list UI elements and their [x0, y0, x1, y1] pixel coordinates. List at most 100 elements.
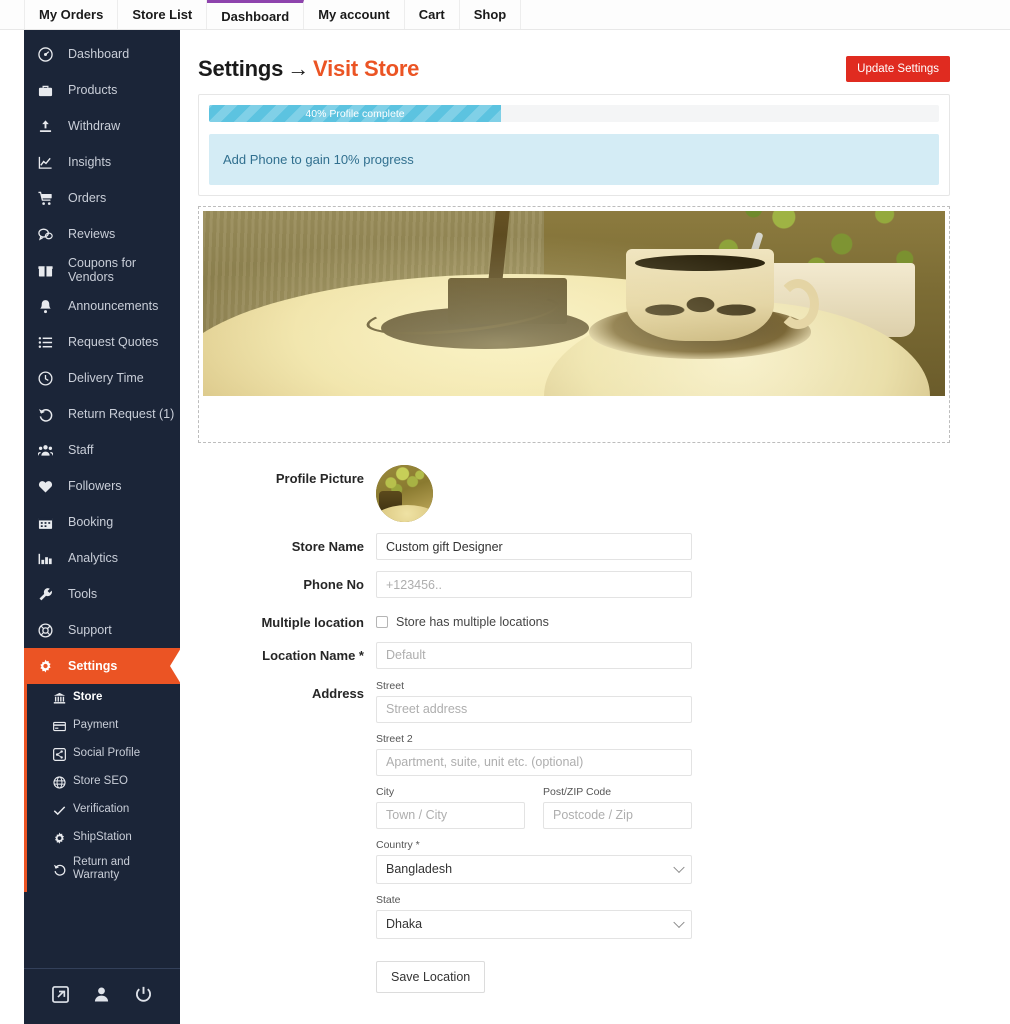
store-name-label: Store Name — [291, 539, 364, 554]
submenu-item-label: ShipStation — [73, 831, 132, 844]
gear-icon — [53, 831, 73, 845]
state-select[interactable]: Dhaka — [376, 909, 692, 939]
submenu-item-verification[interactable]: Verification — [27, 796, 180, 824]
zip-label: Post/ZIP Code — [543, 785, 612, 798]
phone-input[interactable] — [376, 571, 692, 598]
avatar[interactable] — [376, 465, 433, 522]
sidebar-item-label: Withdraw — [68, 119, 121, 133]
street2-input[interactable] — [376, 748, 692, 776]
sidebar-item-reviews[interactable]: Reviews — [24, 216, 180, 252]
page-title-text: Settings — [198, 56, 284, 81]
city-group: City — [376, 786, 525, 829]
sidebar-item-return-request[interactable]: Return Request (1) — [24, 396, 180, 432]
sidebar-item-label: Followers — [68, 479, 122, 493]
sidebar-item-announcements[interactable]: Announcements — [24, 288, 180, 324]
topnav-item-my-account[interactable]: My account — [304, 0, 405, 29]
street-group: Street — [376, 680, 692, 723]
sidebar-item-insights[interactable]: Insights — [24, 144, 180, 180]
sidebar-nav-list: Dashboard Products Withdraw Insights Ord… — [24, 30, 181, 684]
submenu-item-store-seo[interactable]: Store SEO — [27, 768, 180, 796]
store-banner-upload-zone[interactable] — [198, 206, 950, 443]
sidebar-item-label: Dashboard — [68, 47, 130, 61]
profile-progress-fill: 40% Profile complete — [209, 105, 501, 122]
store-banner-image — [203, 211, 945, 396]
undo-icon — [38, 406, 60, 422]
sidebar-item-followers[interactable]: Followers — [24, 468, 180, 504]
topnav-item-shop[interactable]: Shop — [460, 0, 522, 29]
sidebar-item-label: Orders — [68, 191, 107, 205]
calendar-icon — [38, 514, 60, 530]
sidebar-item-analytics[interactable]: Analytics — [24, 540, 180, 576]
clock-icon — [38, 370, 60, 386]
sidebar-item-withdraw[interactable]: Withdraw — [24, 108, 180, 144]
submenu-item-social-profile[interactable]: Social Profile — [27, 740, 180, 768]
sidebar-item-settings[interactable]: Settings — [24, 648, 181, 684]
page-header: Settings → Visit Store Update Settings — [198, 30, 1010, 88]
upload-icon — [38, 118, 60, 134]
submenu-item-store[interactable]: Store — [27, 684, 180, 712]
gear-icon — [38, 658, 60, 674]
sidebar-item-dashboard[interactable]: Dashboard — [24, 36, 180, 72]
sidebar-item-label: Insights — [68, 155, 112, 169]
sidebar-item-label: Products — [68, 83, 118, 97]
street-label: Street — [376, 679, 405, 692]
arrow-icon: → — [287, 56, 309, 81]
submenu-item-payment[interactable]: Payment — [27, 712, 180, 740]
main-content: Settings → Visit Store Update Settings 40%… — [180, 30, 1010, 1024]
sidebar: Dashboard Products Withdraw Insights Ord… — [24, 30, 181, 1024]
topnav-item-dashboard[interactable]: Dashboard — [207, 0, 305, 29]
sidebar-item-orders[interactable]: Orders — [24, 180, 180, 216]
topnav-item-store-list[interactable]: Store List — [118, 0, 208, 29]
submenu-item-return-and-warranty[interactable]: Return and Warranty — [27, 852, 180, 886]
zip-group: Post/ZIP Code — [543, 786, 692, 829]
store-name-input[interactable] — [376, 533, 692, 560]
user-icon[interactable] — [93, 986, 110, 1008]
update-settings-button[interactable]: Update Settings — [846, 56, 950, 82]
sidebar-item-tools[interactable]: Tools — [24, 576, 180, 612]
address-label: Address — [311, 685, 364, 701]
chat-bubbles-icon — [38, 226, 60, 242]
users-icon — [38, 442, 60, 458]
location-name-input[interactable] — [376, 641, 692, 669]
topnav-item-cart[interactable]: Cart — [405, 0, 460, 29]
sidebar-item-label: Support — [68, 623, 112, 637]
sidebar-item-label: Analytics — [68, 551, 119, 565]
sidebar-item-staff[interactable]: Staff — [24, 432, 180, 468]
country-select[interactable]: Bangladesh — [376, 854, 692, 884]
visit-store-link[interactable]: Visit Store — [313, 56, 419, 81]
topnav-label: My Orders — [39, 7, 104, 22]
multiple-location-checkbox[interactable] — [376, 616, 388, 628]
share-icon — [53, 747, 73, 761]
submenu-item-label: Social Profile — [73, 747, 141, 760]
store-settings-form: Profile Picture Store Name Phone — [198, 465, 1010, 993]
country-group: Country * Bangladesh — [376, 839, 692, 884]
top-navigation-bar: My Orders Store List Dashboard My accoun… — [0, 0, 1010, 30]
profile-progress-label: 40% Profile complete — [305, 107, 405, 120]
globe-icon — [53, 775, 73, 789]
sidebar-item-booking[interactable]: Booking — [24, 504, 180, 540]
topnav-label: Shop — [473, 7, 507, 22]
sidebar-item-delivery-time[interactable]: Delivery Time — [24, 360, 180, 396]
city-input[interactable] — [376, 801, 525, 829]
speedometer-icon — [38, 46, 60, 62]
street-input[interactable] — [376, 695, 692, 723]
sidebar-item-products[interactable]: Products — [24, 72, 180, 108]
multiple-location-checkbox-label[interactable]: Store has multiple locations — [396, 615, 549, 629]
line-chart-icon — [38, 154, 60, 170]
save-location-button[interactable]: Save Location — [376, 960, 486, 993]
zip-input[interactable] — [543, 801, 692, 829]
sidebar-item-request-quotes[interactable]: Request Quotes — [24, 324, 180, 360]
sidebar-item-coupons-for-vendors[interactable]: Coupons for Vendors — [24, 252, 180, 288]
submenu-item-shipstation[interactable]: ShipStation — [27, 824, 180, 852]
sidebar-item-label: Coupons for Vendors — [68, 256, 137, 284]
topnav-label: My account — [318, 7, 390, 22]
submenu-item-label: Return and Warranty — [73, 856, 130, 882]
profile-progress-bar: 40% Profile complete — [209, 105, 939, 122]
power-icon[interactable] — [135, 986, 152, 1008]
topnav-item-my-orders[interactable]: My Orders — [24, 0, 119, 29]
briefcase-icon — [38, 82, 60, 98]
sidebar-item-support[interactable]: Support — [24, 612, 180, 648]
street2-group: Street 2 — [376, 733, 692, 776]
external-link-icon[interactable] — [52, 985, 70, 1008]
